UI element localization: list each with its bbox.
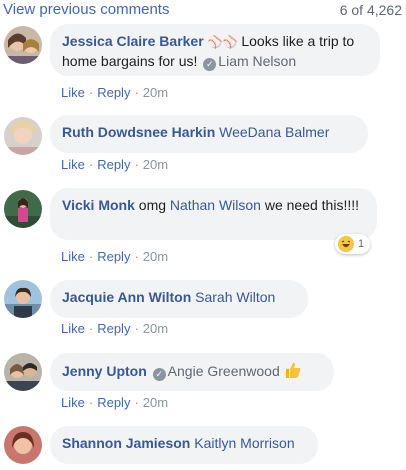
comment-bubble: Ruth Dowdsnee Harkin WeeDana Balmer	[50, 115, 368, 153]
verified-badge-icon: ✓	[203, 58, 217, 71]
comment-mention[interactable]: WeeDana Balmer	[219, 124, 329, 140]
comment-bubble: Jacquie Ann Wilton Sarah Wilton	[50, 280, 308, 318]
reply-button[interactable]: Reply	[97, 249, 130, 264]
comment-mention[interactable]: Nathan Wilson	[170, 197, 261, 213]
reply-button[interactable]: Reply	[97, 157, 130, 172]
comment-mention[interactable]: Angie Greenwood	[168, 363, 280, 379]
verified-badge-icon: ✓	[152, 368, 166, 381]
comment-jessica: Jessica Claire Barker ⚾️⚾️ Looks like a …	[0, 24, 406, 108]
haha-reaction-icon	[338, 236, 354, 252]
separator: ·	[134, 321, 139, 336]
separator: ·	[88, 321, 94, 336]
comment-mention[interactable]: Sarah Wilton	[195, 289, 275, 305]
separator: ·	[88, 249, 94, 264]
comment-actions: Like · Reply · 20m	[61, 249, 168, 264]
like-button[interactable]: Like	[61, 321, 85, 336]
comment-ruth: Ruth Dowdsnee Harkin WeeDana Balmer Like…	[0, 115, 406, 177]
separator: ·	[134, 85, 139, 100]
avatar[interactable]	[4, 117, 42, 155]
comment-jenny: Jenny Upton ✓ Angie Greenwood Like · Reply ·…	[0, 353, 406, 415]
comment-author[interactable]: Jessica Claire Barker	[62, 33, 204, 49]
comment-mention[interactable]: Liam Nelson	[218, 53, 296, 69]
reply-button[interactable]: Reply	[97, 85, 130, 100]
comment-text: we need this!!!!	[264, 197, 360, 213]
comment-shannon: Shannon Jamieson Kaitlyn Morrison	[0, 426, 406, 470]
comment-vicki: Vicki Monk omg Nathan Wilson we need thi…	[0, 188, 406, 268]
comment-timestamp[interactable]: 20m	[143, 85, 168, 100]
separator: ·	[134, 395, 139, 410]
comment-bubble: Shannon Jamieson Kaitlyn Morrison	[50, 426, 318, 464]
like-button[interactable]: Like	[61, 249, 85, 264]
view-previous-comments-link[interactable]: View previous comments	[3, 1, 169, 18]
reply-button[interactable]: Reply	[97, 321, 130, 336]
comment-actions: Like · Reply · 20m	[61, 85, 168, 100]
comment-count: 6 of 4,262	[339, 2, 402, 18]
comment-author[interactable]: Shannon Jamieson	[62, 435, 190, 451]
comment-actions: Like · Reply · 20m	[61, 321, 168, 336]
like-button[interactable]: Like	[61, 395, 85, 410]
comment-emoji: ⚾️⚾️	[207, 35, 238, 49]
comment-jacquie: Jacquie Ann Wilton Sarah Wilton Like · Rep…	[0, 280, 406, 342]
like-button[interactable]: Like	[61, 85, 85, 100]
comment-actions: Like · Reply · 20m	[61, 395, 168, 410]
comment-bubble: Jessica Claire Barker ⚾️⚾️ Looks like a …	[50, 24, 380, 76]
comment-author[interactable]: Jacquie Ann Wilton	[62, 289, 191, 305]
comment-timestamp[interactable]: 20m	[143, 249, 168, 264]
comment-timestamp[interactable]: 20m	[143, 395, 168, 410]
comment-author[interactable]: Jenny Upton	[62, 363, 147, 379]
comment-actions: Like · Reply · 20m	[61, 157, 168, 172]
avatar[interactable]	[4, 353, 42, 391]
avatar[interactable]	[4, 26, 42, 64]
reaction-count: 1	[358, 238, 365, 250]
comment-mention[interactable]: Kaitlyn Morrison	[194, 435, 294, 451]
thumbs-up-icon	[284, 361, 302, 381]
comment-author[interactable]: Vicki Monk	[62, 197, 135, 213]
reaction-summary[interactable]: 1	[335, 234, 371, 254]
comment-bubble: Jenny Upton ✓ Angie Greenwood	[50, 353, 334, 391]
separator: ·	[88, 157, 94, 172]
comment-author[interactable]: Ruth Dowdsnee Harkin	[62, 124, 215, 140]
comment-timestamp[interactable]: 20m	[143, 321, 168, 336]
comment-text: omg	[138, 197, 167, 213]
separator: ·	[134, 157, 139, 172]
avatar[interactable]	[4, 190, 42, 228]
comments-header: View previous comments 6 of 4,262	[0, 0, 406, 20]
reply-button[interactable]: Reply	[97, 395, 130, 410]
avatar[interactable]	[4, 426, 42, 464]
separator: ·	[134, 249, 139, 264]
comment-timestamp[interactable]: 20m	[143, 157, 168, 172]
comment-bubble: Vicki Monk omg Nathan Wilson we need thi…	[50, 188, 377, 240]
like-button[interactable]: Like	[61, 157, 85, 172]
separator: ·	[88, 395, 94, 410]
avatar[interactable]	[4, 280, 42, 318]
separator: ·	[88, 85, 94, 100]
